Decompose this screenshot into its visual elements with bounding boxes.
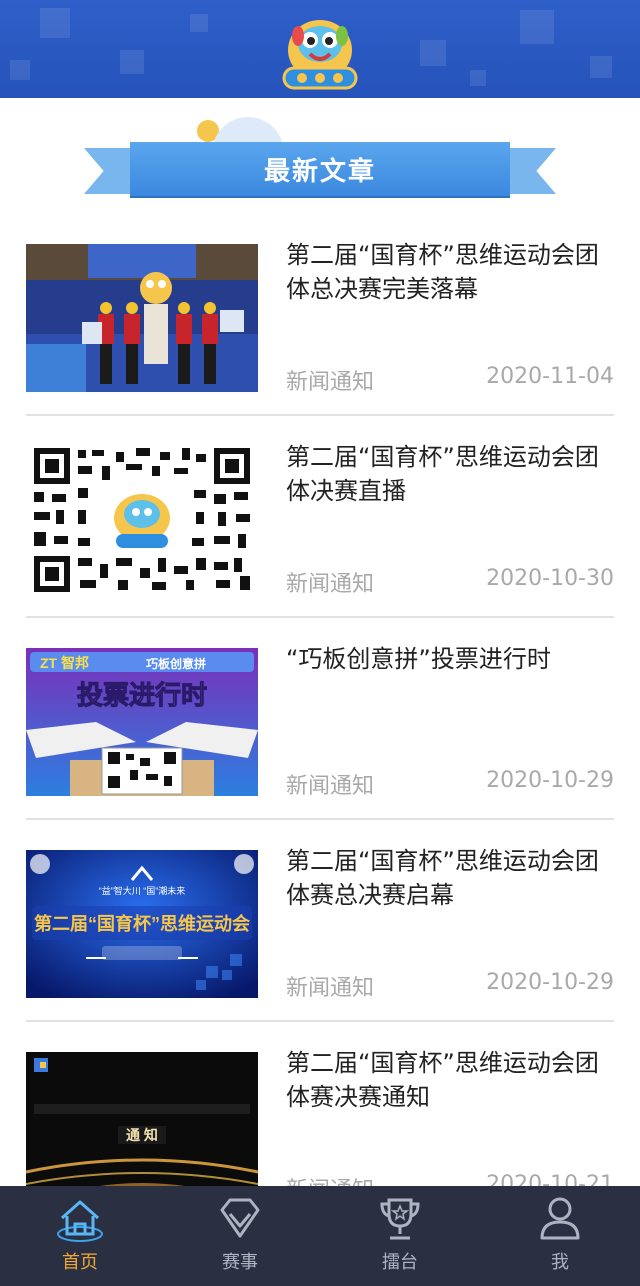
tab-events[interactable]: 赛事 xyxy=(160,1186,320,1286)
tab-profile[interactable]: 我 xyxy=(480,1186,640,1286)
article-title[interactable]: 第二届“国育杯”思维运动会团体赛总决赛启幕 xyxy=(286,844,618,912)
article-thumbnail xyxy=(26,446,258,594)
article-category: 新闻通知 xyxy=(286,774,375,799)
article-date: 2020-10-29 xyxy=(486,970,614,995)
article-date: 2020-10-30 xyxy=(486,566,614,591)
svg-text:通 知: 通 知 xyxy=(126,1127,158,1143)
article-category: 新闻通知 xyxy=(286,370,375,395)
article-thumbnail: 通 知 xyxy=(26,1052,258,1200)
article-date: 2020-10-29 xyxy=(486,768,614,793)
article-item[interactable]: ZT 智邦 巧板创意拼 投票进行时 “巧板创意拼”投票进行时 新闻通知 2020… xyxy=(26,636,614,818)
article-item[interactable]: “益”智大川 “国”潮未来 第二届“国育杯”思维运动会 第二届“国育杯”思维运动… xyxy=(26,838,614,1020)
user-icon xyxy=(540,1197,580,1240)
section-title-ribbon: 最新文章 xyxy=(130,142,510,196)
bottom-tab-bar: 首页 赛事 擂台 我 xyxy=(0,1186,640,1286)
header-banner xyxy=(0,0,640,98)
article-title[interactable]: 第二届“国育杯”思维运动会团体赛决赛通知 xyxy=(286,1046,618,1114)
article-category: 新闻通知 xyxy=(286,976,375,1001)
list-divider xyxy=(26,414,614,416)
tab-arena[interactable]: 擂台 xyxy=(320,1186,480,1286)
list-divider xyxy=(26,818,614,820)
article-item[interactable]: 第二届“国育杯”思维运动会团体决赛直播 新闻通知 2020-10-30 xyxy=(26,434,614,616)
tab-arena-label: 擂台 xyxy=(382,1252,418,1273)
article-thumbnail: ZT 智邦 巧板创意拼 投票进行时 xyxy=(26,648,258,796)
mascot-logo-icon xyxy=(282,20,358,90)
list-divider xyxy=(26,616,614,618)
article-title[interactable]: “巧板创意拼”投票进行时 xyxy=(286,642,618,676)
article-thumbnail: “益”智大川 “国”潮未来 第二届“国育杯”思维运动会 xyxy=(26,850,258,998)
svg-text:“益”智大川 “国”潮未来: “益”智大川 “国”潮未来 xyxy=(99,885,186,896)
svg-text:投票进行时: 投票进行时 xyxy=(77,680,207,710)
svg-text:ZT 智邦: ZT 智邦 xyxy=(40,655,89,671)
page: 最新文章 第二届“国育杯”思维运动会团体总决赛完美落幕 新闻通知 2020-11… xyxy=(0,0,640,1286)
article-title[interactable]: 第二届“国育杯”思维运动会团体总决赛完美落幕 xyxy=(286,238,618,306)
article-item[interactable]: 第二届“国育杯”思维运动会团体总决赛完美落幕 新闻通知 2020-11-04 xyxy=(26,232,614,414)
svg-text:巧板创意拼: 巧板创意拼 xyxy=(146,656,206,671)
section-title: 最新文章 xyxy=(263,156,376,187)
list-divider xyxy=(26,1020,614,1022)
diamond-icon xyxy=(220,1198,260,1238)
article-title[interactable]: 第二届“国育杯”思维运动会团体决赛直播 xyxy=(286,440,618,508)
svg-text:第二届“国育杯”思维运动会: 第二届“国育杯”思维运动会 xyxy=(34,913,250,934)
tab-home-label: 首页 xyxy=(62,1252,98,1273)
article-date: 2020-11-04 xyxy=(486,364,614,389)
trophy-icon xyxy=(380,1198,420,1240)
qr-code-icon xyxy=(26,446,258,594)
article-thumbnail xyxy=(26,244,258,392)
home-icon xyxy=(57,1200,103,1242)
tab-profile-label: 我 xyxy=(551,1252,569,1273)
tab-events-label: 赛事 xyxy=(222,1252,258,1273)
article-category: 新闻通知 xyxy=(286,572,375,597)
tab-home[interactable]: 首页 xyxy=(0,1186,160,1286)
